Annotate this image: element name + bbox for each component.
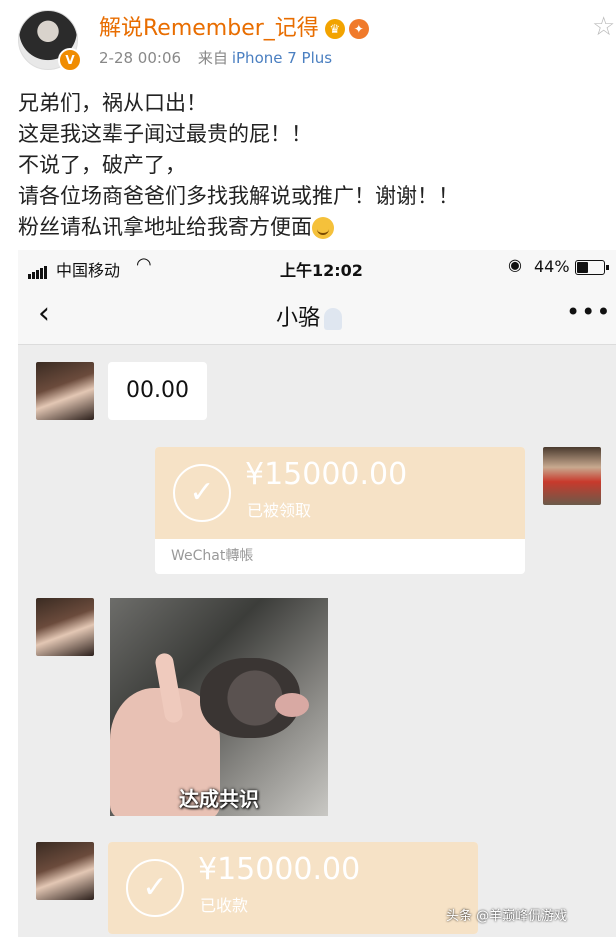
contact-avatar[interactable] [36, 842, 94, 900]
sticker-image[interactable]: 达成共识 [110, 598, 328, 816]
post-line: 请各位场商爸爸们多找我解说或推广！谢谢！！ [18, 184, 459, 208]
post-body: 兄弟们，祸从口出！ 这是我这辈子闻过最贵的屁！！ 不说了，破产了， 请各位场商爸… [18, 88, 608, 243]
transfer-footer: WeChat轉帳 [171, 548, 254, 564]
chat-navbar: ‹ 小骆 ••• [18, 284, 616, 345]
post-line: 不说了，破产了， [18, 153, 186, 177]
favorite-star-icon[interactable]: ☆ [592, 12, 615, 42]
ghost-emoji-icon [324, 308, 343, 330]
device-link[interactable]: iPhone 7 Plus [232, 49, 332, 67]
chat-screenshot: 中国移动 ◠ 上午12:02 ◉ 44% ‹ 小骆 ••• 00.00 ✓ ¥1… [18, 250, 616, 937]
carrier-name: 中国移动 [56, 261, 121, 280]
transfer-card[interactable]: ✓ ¥15000.00 已收款 [108, 842, 478, 934]
battery-icon [575, 260, 609, 275]
sticker-snout [275, 693, 309, 717]
transfer-amount: ¥15000.00 [245, 457, 408, 492]
post-line: 这是我这辈子闻过最贵的屁！！ [18, 122, 312, 146]
transfer-card[interactable]: ✓ ¥15000.00 已被领取 WeChat轉帳 [155, 447, 525, 574]
more-options-icon[interactable]: ••• [566, 298, 611, 326]
contact-avatar[interactable] [36, 598, 94, 656]
post-line: 兄弟们，祸从口出！ [18, 91, 207, 115]
message-bubble[interactable]: 00.00 [108, 362, 207, 420]
post-meta: 2-28 00:06 来自 iPhone 7 Plus [99, 47, 332, 68]
username[interactable]: 解说Remember_记得 ♛ ✦ [99, 10, 369, 42]
status-bar: 中国移动 ◠ 上午12:02 ◉ 44% [18, 250, 616, 284]
signal-icon [28, 260, 48, 279]
back-chevron-icon[interactable]: ‹ [38, 296, 50, 331]
transfer-card-body: ✓ ¥15000.00 已收款 [108, 842, 478, 934]
battery-percent: 44% [534, 257, 570, 276]
transfer-status: 已被领取 [247, 501, 312, 520]
username-text[interactable]: 解说Remember_记得 [99, 16, 319, 41]
level-badge-icon: ✦ [348, 19, 369, 39]
wifi-icon: ◠ [136, 254, 152, 275]
checkmark-icon: ✓ [126, 859, 184, 917]
crown-badge-icon: ♛ [324, 19, 345, 39]
post-line: 粉丝请私讯拿地址给我寄方便面 [18, 215, 312, 239]
transfer-card-body: ✓ ¥15000.00 已被领取 [155, 447, 525, 539]
contact-avatar[interactable] [36, 362, 94, 420]
status-time: 上午12:02 [280, 261, 363, 280]
verified-badge-icon: V [58, 48, 82, 72]
post-header: V 解说Remember_记得 ♛ ✦ 2-28 00:06 来自 iPhone 7 … [0, 0, 616, 78]
chat-title: 小骆 [276, 300, 343, 332]
crying-emoji-icon [312, 217, 334, 239]
chat-title-text: 小骆 [276, 306, 321, 331]
source-prefix: 来自 [197, 49, 228, 67]
transfer-status: 已收款 [200, 896, 249, 915]
rotation-lock-icon: ◉ [508, 255, 522, 274]
checkmark-icon: ✓ [173, 464, 231, 522]
post-line-with-emoji: 粉丝请私讯拿地址给我寄方便面 [18, 212, 608, 243]
post-time: 2-28 00:06 [99, 49, 182, 67]
user-avatar[interactable] [543, 447, 601, 505]
transfer-amount: ¥15000.00 [198, 852, 361, 887]
sticker-caption: 达成共识 [179, 787, 259, 811]
watermark: 头条 @羊巅峰侃游戏 [446, 909, 568, 924]
